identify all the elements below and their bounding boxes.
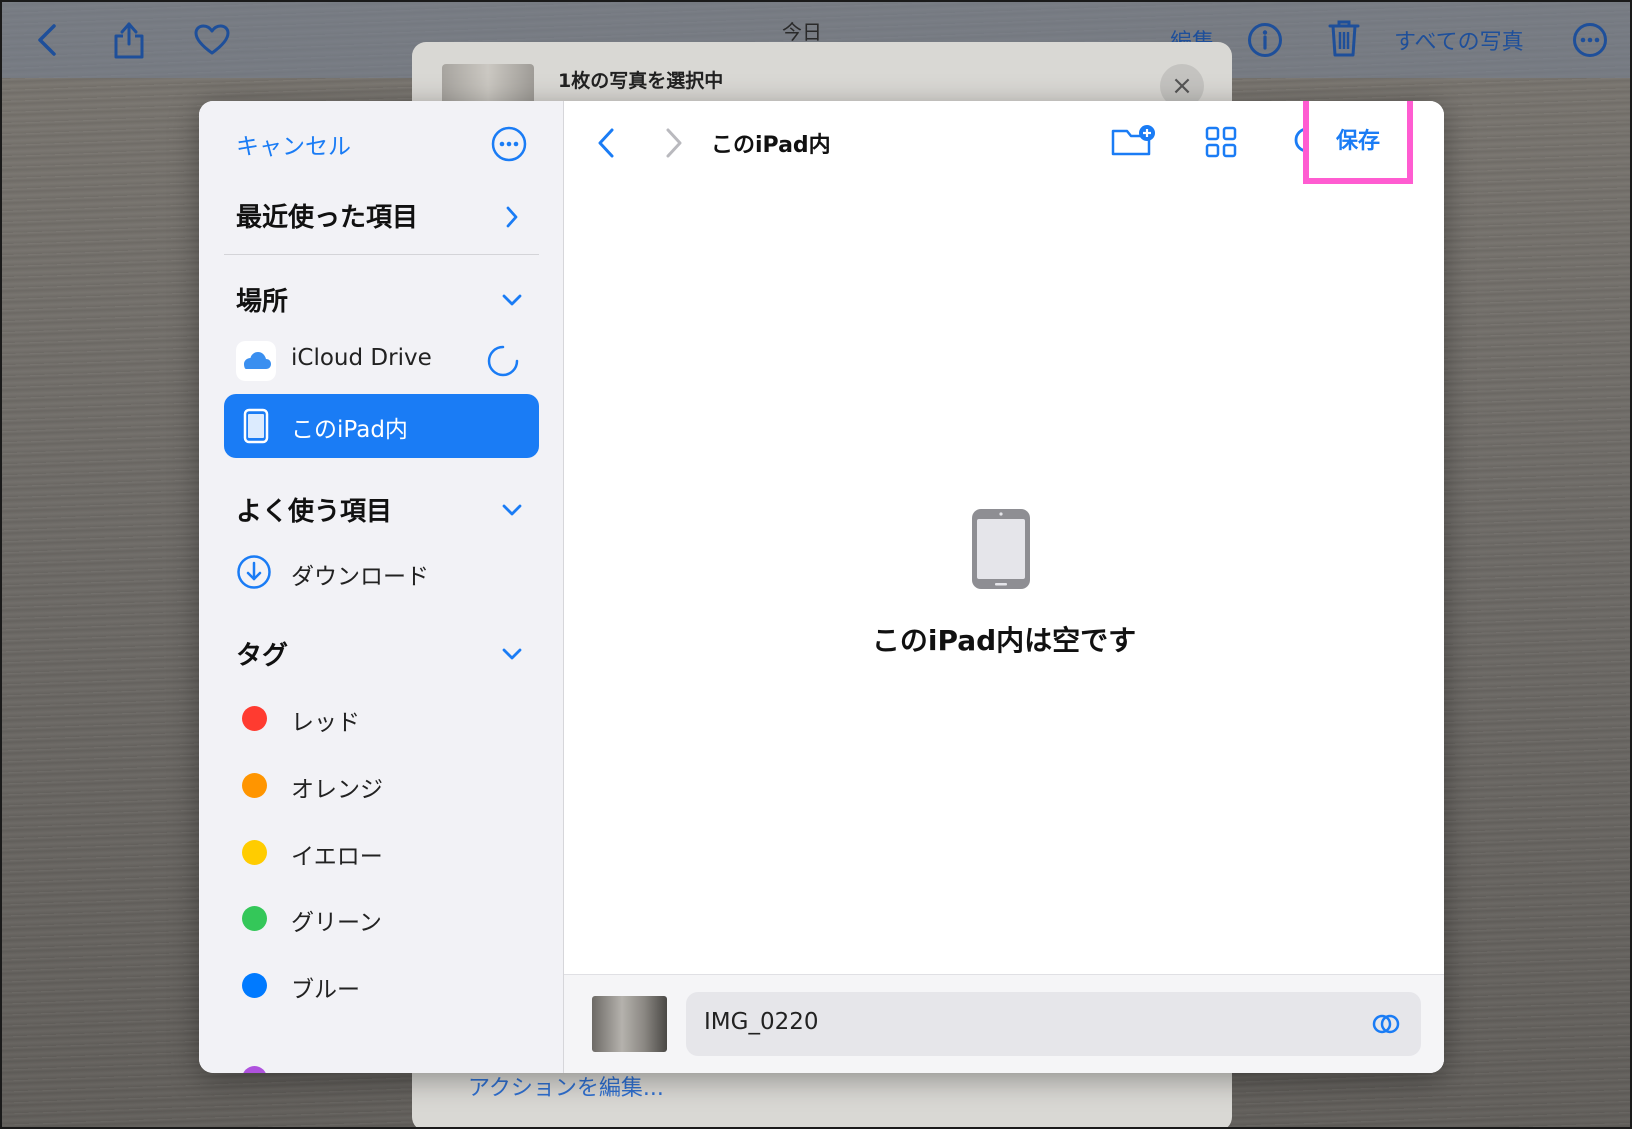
toggle-extension-icon[interactable] — [1371, 1012, 1401, 1036]
nav-forward-icon[interactable] — [664, 127, 684, 159]
save-filename-bar: IMG_0220 — [564, 974, 1444, 1073]
filename-field[interactable]: IMG_0220 — [686, 992, 1421, 1056]
save-button-highlight: 保存 — [1303, 101, 1413, 184]
photos-app-screen: 今日 編集 すべての写真 1枚の写真を選択中 × アクシ — [0, 0, 1632, 1129]
sidebar-item-icloud-drive[interactable]: iCloud Drive — [224, 329, 539, 393]
tag-color-dot — [242, 973, 267, 998]
files-browser: このiPad内 保存 このiPad内は空です IMG_0220 — [564, 101, 1444, 1073]
sidebar-item-label: ブルー — [291, 977, 360, 1003]
recents-item[interactable]: 最近使った項目 — [236, 197, 418, 234]
tags-chevron-down-icon[interactable] — [501, 647, 523, 661]
sync-progress-icon — [487, 345, 519, 377]
folder-title: このiPad内 — [711, 133, 831, 158]
info-icon[interactable] — [1247, 22, 1283, 58]
new-folder-icon[interactable] — [1110, 123, 1156, 159]
tag-color-dot — [242, 706, 267, 731]
tags-heading[interactable]: タグ — [236, 635, 288, 672]
all-photos-button[interactable]: すべての写真 — [1394, 24, 1524, 56]
save-button[interactable]: 保存 — [1309, 123, 1407, 155]
sidebar-item-label: イエロー — [291, 844, 383, 870]
sidebar-item-tag-purple-partial[interactable] — [224, 1053, 539, 1073]
sidebar-item-tag-yellow[interactable]: イエロー — [224, 827, 539, 877]
sidebar-item-label: グリーン — [291, 910, 382, 936]
ipad-icon — [243, 408, 269, 444]
icloud-icon — [236, 341, 276, 381]
favorites-heading[interactable]: よく使う項目 — [236, 491, 392, 528]
save-to-files-dialog: キャンセル 最近使った項目 場所 iCloud Drive このiPad内 よく… — [199, 101, 1444, 1073]
locations-heading[interactable]: 場所 — [236, 281, 288, 318]
share-icon[interactable] — [112, 20, 146, 60]
filename-value[interactable]: IMG_0220 — [704, 1009, 818, 1035]
tag-color-dot — [242, 1066, 267, 1073]
photos-title: 今日 — [782, 20, 822, 44]
sidebar-item-tag-blue[interactable]: ブルー — [224, 960, 539, 1010]
sidebar-item-label: iCloud Drive — [291, 345, 432, 371]
tag-color-dot — [242, 773, 267, 798]
sidebar-item-tag-orange[interactable]: オレンジ — [224, 760, 539, 810]
sidebar-item-label: オレンジ — [291, 777, 383, 803]
share-sheet-title: 1枚の写真を選択中 — [558, 70, 724, 92]
tag-color-dot — [242, 840, 267, 865]
back-chevron-icon[interactable] — [36, 24, 58, 56]
sidebar-item-this-ipad[interactable]: このiPad内 — [224, 394, 539, 458]
download-icon — [237, 555, 271, 589]
sidebar-item-downloads[interactable]: ダウンロード — [224, 547, 539, 597]
recents-chevron-icon[interactable] — [505, 205, 519, 229]
tag-color-dot — [242, 906, 267, 931]
sidebar-item-tag-red[interactable]: レッド — [224, 693, 539, 743]
favorites-chevron-down-icon[interactable] — [501, 503, 523, 517]
empty-folder-message: このiPad内は空です — [871, 624, 1137, 657]
nav-back-icon[interactable] — [596, 127, 616, 159]
file-thumbnail — [592, 996, 667, 1052]
grid-view-icon[interactable] — [1204, 125, 1238, 159]
sidebar-item-tag-green[interactable]: グリーン — [224, 893, 539, 943]
more-options-icon[interactable] — [1572, 22, 1608, 58]
cancel-button[interactable]: キャンセル — [236, 127, 351, 161]
edit-actions-link[interactable]: アクションを編集... — [468, 1070, 664, 1102]
sidebar-divider — [224, 254, 539, 255]
files-sidebar: キャンセル 最近使った項目 場所 iCloud Drive このiPad内 よく… — [199, 101, 564, 1073]
sidebar-item-label: このiPad内 — [291, 417, 408, 443]
heart-icon[interactable] — [194, 24, 230, 56]
sidebar-item-label: ダウンロード — [291, 564, 429, 590]
sidebar-more-icon[interactable] — [490, 125, 528, 163]
trash-icon[interactable] — [1327, 18, 1361, 58]
locations-chevron-down-icon[interactable] — [501, 293, 523, 307]
ipad-empty-icon — [972, 509, 1030, 589]
sidebar-item-label: レッド — [291, 710, 360, 736]
